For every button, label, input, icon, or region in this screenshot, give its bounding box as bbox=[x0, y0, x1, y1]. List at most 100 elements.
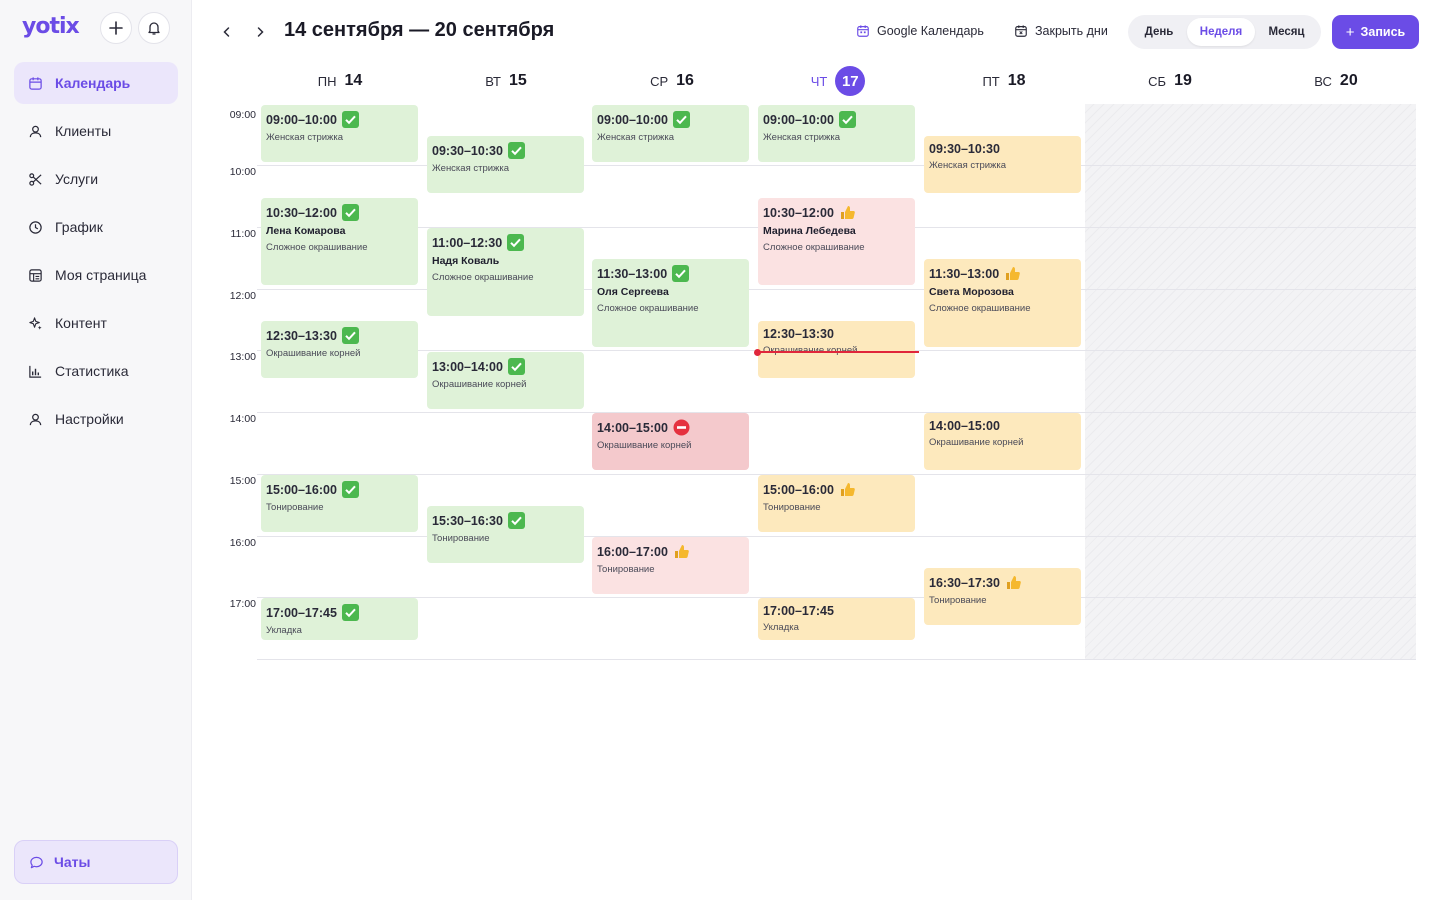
sidebar-item-label: Настройки bbox=[55, 411, 124, 427]
time-label: 17:00 bbox=[229, 598, 256, 610]
add-appointment-label: Запись bbox=[1360, 25, 1406, 39]
appointment-time: 09:00–10:00 bbox=[266, 112, 337, 127]
appointment-time: 11:30–13:00 bbox=[929, 266, 1000, 281]
chats-button[interactable]: Чаты bbox=[14, 840, 178, 884]
appointment-time: 09:00–10:00 bbox=[763, 112, 834, 127]
day-header-sat[interactable]: СБ 19 bbox=[1087, 66, 1253, 96]
today-badge: 17 bbox=[835, 66, 866, 96]
appointment-card[interactable]: 16:00–17:00 Тонирование bbox=[592, 537, 749, 594]
appointment-card[interactable]: 14:00–15:00 Окрашивание корней bbox=[924, 413, 1081, 470]
day-name: СР bbox=[650, 73, 669, 89]
prev-week-button[interactable] bbox=[217, 22, 237, 42]
time-label: 13:00 bbox=[229, 351, 256, 363]
appointment-card[interactable]: 11:00–12:30 Надя Коваль Сложное окрашива… bbox=[427, 228, 584, 316]
appointment-card[interactable]: 17:00–17:45 Укладка bbox=[261, 598, 418, 640]
appointment-service: Окрашивание корней bbox=[929, 437, 1024, 448]
day-number: 19 bbox=[1174, 72, 1192, 89]
appointment-card[interactable]: 16:30–17:30 Тонирование bbox=[924, 568, 1081, 625]
chevron-right-icon bbox=[257, 27, 264, 37]
appointment-service: Сложное окрашивание bbox=[432, 272, 534, 283]
sidebar-item-settings[interactable]: Настройки bbox=[14, 398, 178, 440]
day-header-wed[interactable]: СР 16 bbox=[589, 66, 755, 96]
day-number: 16 bbox=[676, 72, 694, 89]
appointment-card[interactable]: 12:30–13:30 Окрашивание корней bbox=[758, 321, 915, 378]
check-icon bbox=[507, 234, 525, 251]
close-days-button[interactable]: Закрыть дни bbox=[1014, 24, 1108, 38]
day-name: ВС bbox=[1314, 73, 1332, 89]
notifications-button[interactable] bbox=[138, 12, 170, 44]
sidebar: yotix Календарь Клиенты Услуги График Мо… bbox=[0, 0, 192, 900]
sidebar-item-calendar[interactable]: Календарь bbox=[14, 62, 178, 104]
view-switcher: День Неделя Месяц bbox=[1128, 15, 1321, 49]
logo[interactable]: yotix bbox=[22, 14, 80, 39]
appointment-service: Тонирование bbox=[432, 533, 490, 544]
add-appointment-button[interactable]: + Запись bbox=[1332, 15, 1419, 49]
check-icon bbox=[838, 111, 856, 128]
appointment-time: 17:00–17:45 bbox=[266, 605, 337, 620]
calendar-sync-icon bbox=[857, 25, 869, 37]
appointment-time: 09:00–10:00 bbox=[597, 112, 668, 127]
day-header-tue[interactable]: ВТ 15 bbox=[423, 66, 589, 96]
day-header-thu[interactable]: ЧТ 17 bbox=[755, 66, 921, 96]
appointment-service: Окрашивание корней bbox=[266, 348, 361, 359]
appointment-card[interactable]: 14:00–15:00 Окрашивание корней bbox=[592, 413, 749, 470]
sidebar-item-label: Услуги bbox=[55, 171, 99, 187]
page-icon bbox=[29, 268, 42, 282]
appointment-card[interactable]: 09:00–10:00 Женская стрижка bbox=[592, 105, 749, 162]
next-week-button[interactable] bbox=[250, 22, 270, 42]
check-icon bbox=[507, 512, 525, 529]
chat-bubble-icon bbox=[30, 856, 43, 868]
create-button[interactable] bbox=[100, 12, 132, 44]
thumbs-up-icon bbox=[1004, 265, 1021, 282]
appointment-card[interactable]: 15:00–16:00 Тонирование bbox=[758, 475, 915, 532]
appointment-card[interactable]: 11:30–13:00 Света Морозова Сложное окраш… bbox=[924, 259, 1081, 347]
appointment-card[interactable]: 15:30–16:30 Тонирование bbox=[427, 506, 584, 563]
sidebar-item-my-page[interactable]: Моя страница bbox=[14, 254, 178, 296]
day-name: СБ bbox=[1148, 73, 1167, 89]
appointment-service: Тонирование bbox=[266, 502, 324, 513]
appointment-card[interactable]: 12:30–13:30 Окрашивание корней bbox=[261, 321, 418, 378]
sidebar-item-label: Моя страница bbox=[55, 267, 147, 283]
thumbs-up-icon bbox=[839, 481, 856, 498]
appointment-card[interactable]: 09:00–10:00 Женская стрижка bbox=[261, 105, 418, 162]
tab-day[interactable]: День bbox=[1131, 18, 1187, 46]
appointment-client: Лена Комарова bbox=[266, 225, 346, 237]
appointment-card[interactable]: 10:30–12:00 Марина Лебедева Сложное окра… bbox=[758, 198, 915, 285]
appointment-card[interactable]: 15:00–16:00 Тонирование bbox=[261, 475, 418, 532]
day-header-mon[interactable]: ПН 14 bbox=[257, 66, 423, 96]
tab-month[interactable]: Месяц bbox=[1255, 18, 1318, 46]
scissors-icon bbox=[29, 172, 42, 186]
sidebar-item-services[interactable]: Услуги bbox=[14, 158, 178, 200]
clock-icon bbox=[29, 220, 42, 234]
google-calendar-button[interactable]: Google Календарь bbox=[856, 24, 984, 38]
check-icon bbox=[341, 111, 359, 128]
sidebar-item-content[interactable]: Контент bbox=[14, 302, 178, 344]
day-number: 14 bbox=[344, 72, 363, 89]
day-header-sun[interactable]: ВС 20 bbox=[1253, 66, 1419, 96]
bar-chart-icon bbox=[29, 365, 42, 378]
appointment-client: Надя Коваль bbox=[432, 255, 500, 267]
appointment-time: 15:00–16:00 bbox=[266, 482, 337, 497]
tab-week[interactable]: Неделя bbox=[1187, 18, 1255, 46]
appointment-service: Женская стрижка bbox=[432, 163, 510, 174]
bell-icon bbox=[148, 22, 160, 35]
appointment-card[interactable]: 17:00–17:45 Укладка bbox=[758, 598, 915, 640]
appointment-card[interactable]: 09:30–10:30 Женская стрижка bbox=[427, 136, 584, 193]
calendar-close-icon bbox=[1015, 25, 1027, 37]
appointment-service: Сложное окрашивание bbox=[929, 303, 1031, 314]
sidebar-item-statistics[interactable]: Статистика bbox=[14, 350, 178, 392]
appointment-card[interactable]: 09:30–10:30 Женская стрижка bbox=[924, 136, 1081, 193]
appointment-service: Женская стрижка bbox=[266, 132, 344, 143]
appointment-card[interactable]: 11:30–13:00 Оля Сергеева Сложное окрашив… bbox=[592, 259, 749, 347]
appointment-card[interactable]: 13:00–14:00 Окрашивание корней bbox=[427, 352, 584, 409]
day-number: 20 bbox=[1339, 72, 1358, 89]
sidebar-item-clients[interactable]: Клиенты bbox=[14, 110, 178, 152]
sidebar-item-label: График bbox=[55, 219, 103, 235]
appointment-time: 12:30–13:30 bbox=[266, 328, 337, 343]
appointment-card[interactable]: 10:30–12:00 Лена Комарова Сложное окраши… bbox=[261, 198, 418, 285]
appointment-service: Укладка bbox=[763, 622, 799, 633]
appointment-service: Окрашивание корней bbox=[597, 440, 692, 451]
day-header-fri[interactable]: ПТ 18 bbox=[921, 66, 1087, 96]
appointment-card[interactable]: 09:00–10:00 Женская стрижка bbox=[758, 105, 915, 162]
sidebar-item-schedule[interactable]: График bbox=[14, 206, 178, 248]
